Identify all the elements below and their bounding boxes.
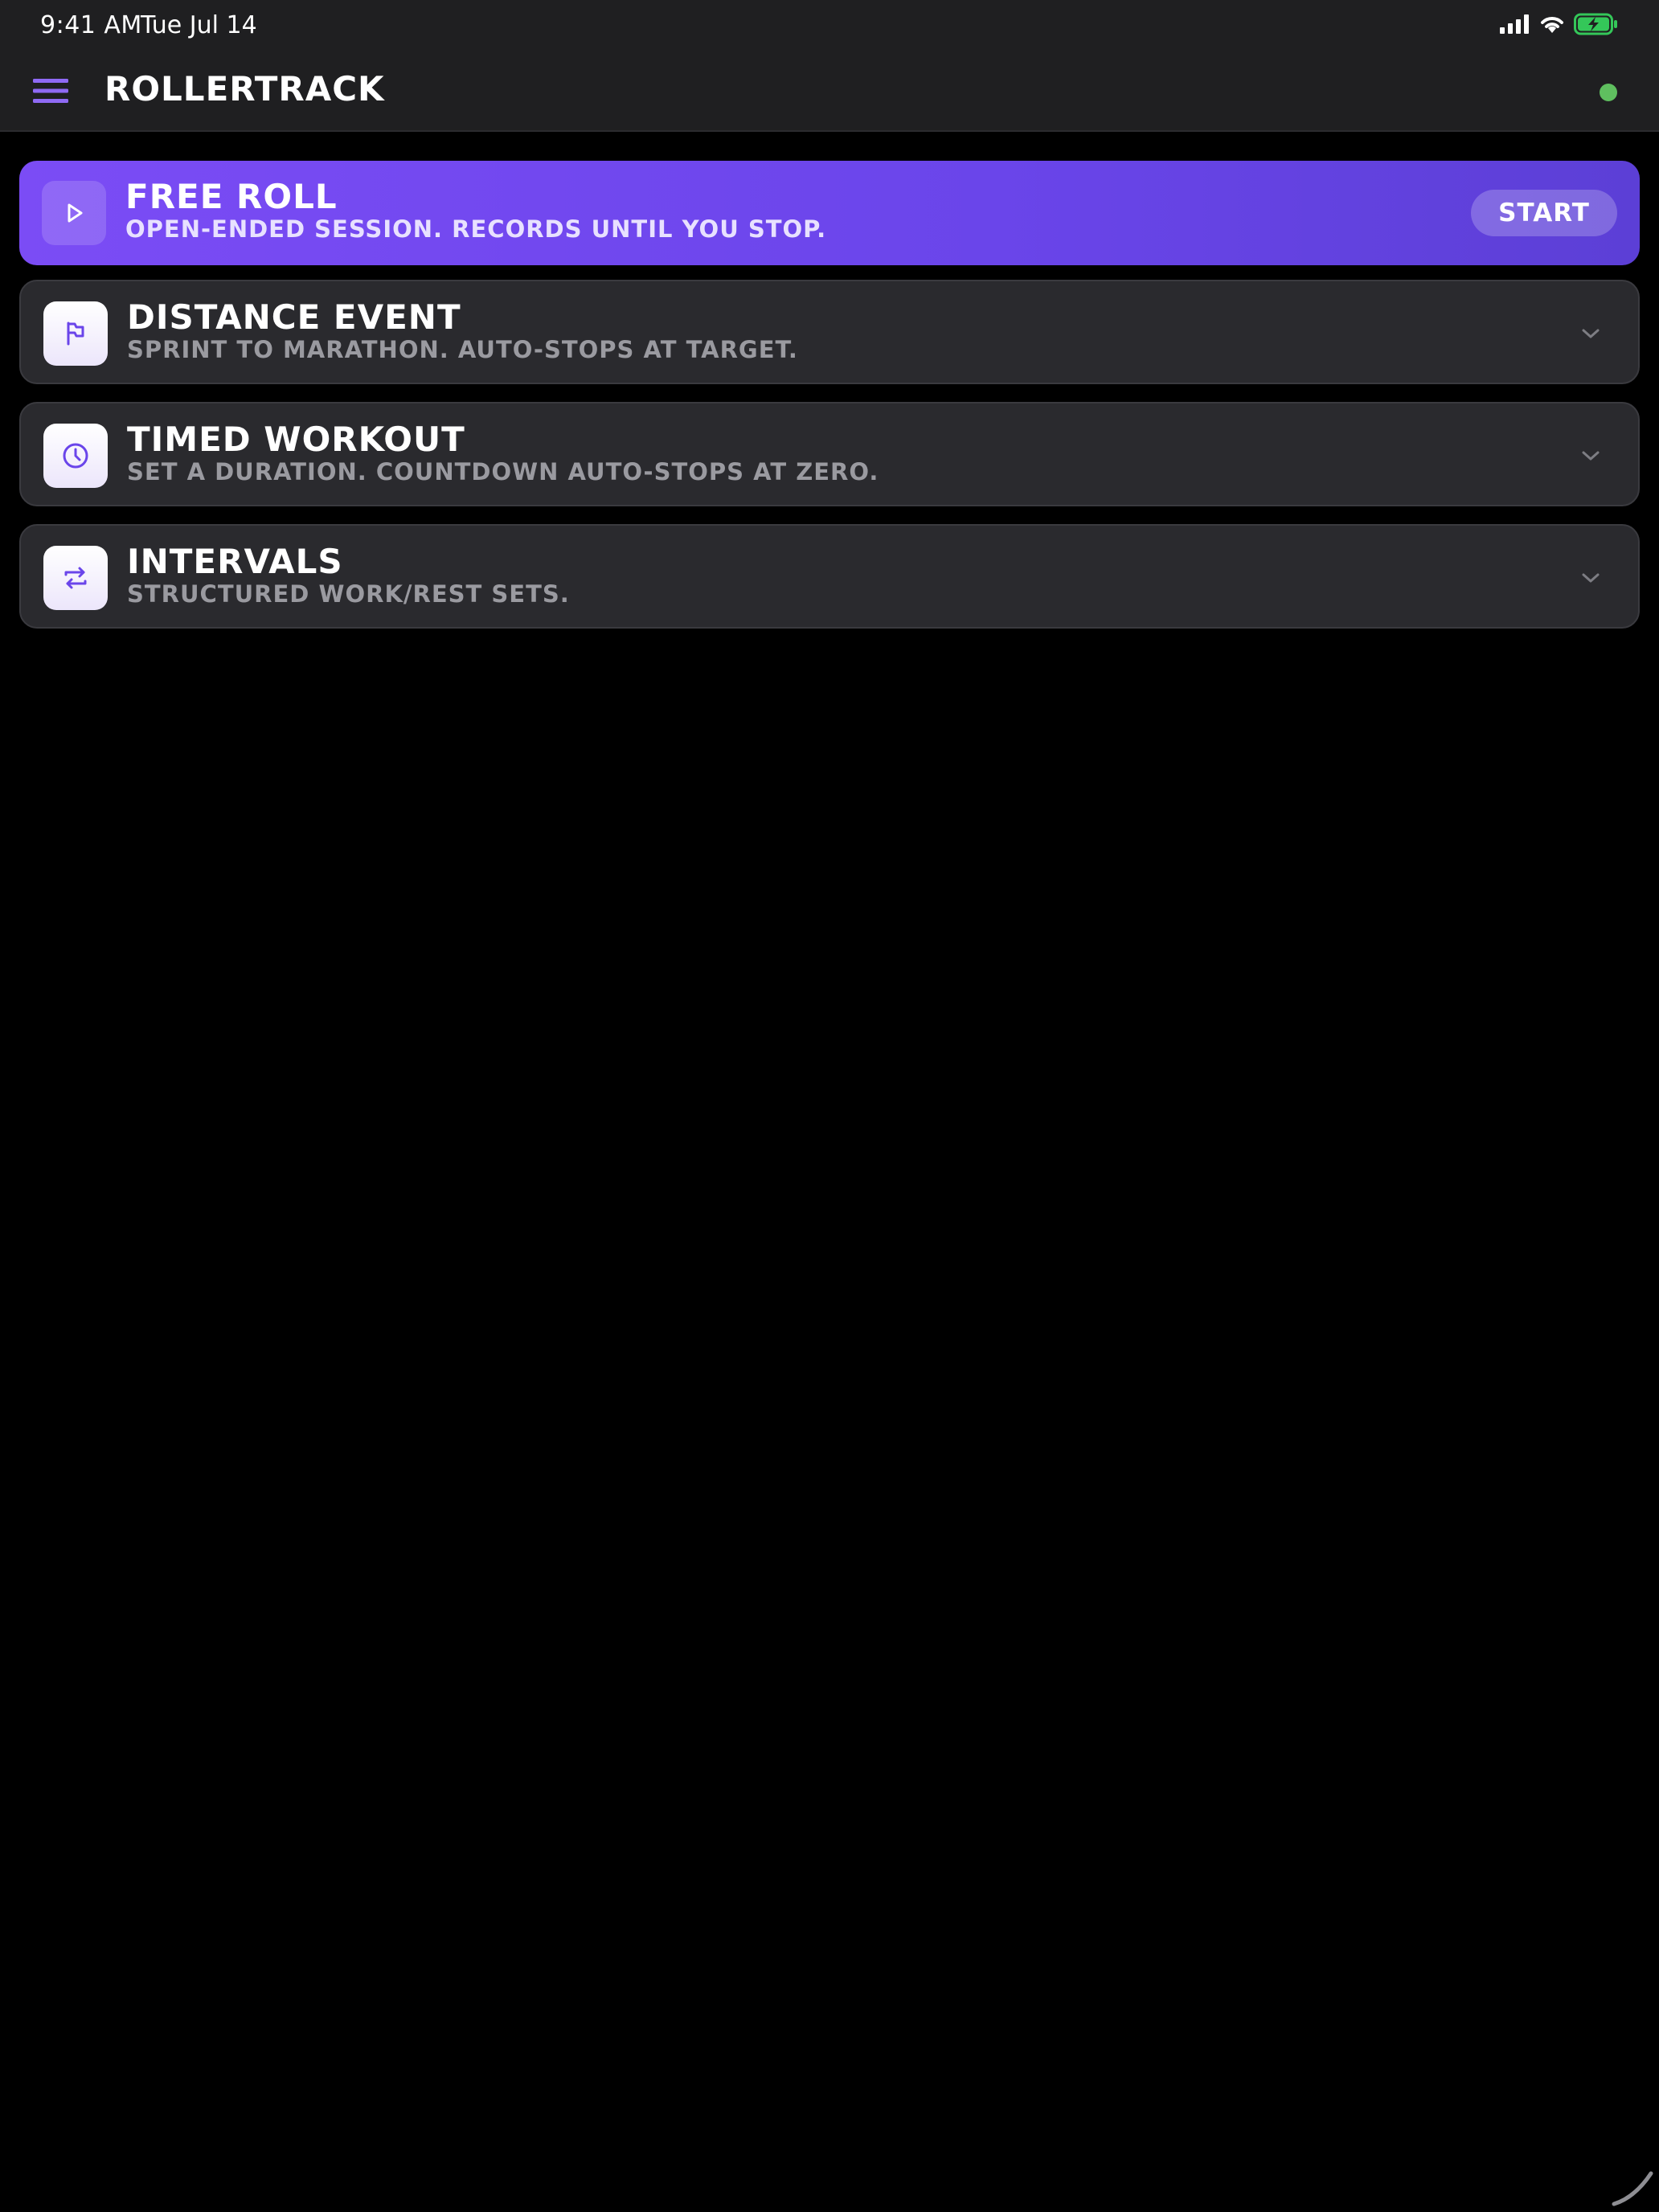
- app-header: ROLLERTRACK: [0, 51, 1659, 132]
- clock-icon: [63, 443, 88, 469]
- intervals-subtitle: STRUCTURED WORK/REST SETS.: [127, 580, 570, 608]
- free-roll-title: FREE ROLL: [125, 177, 338, 216]
- timed-workout-title: TIMED WORKOUT: [127, 420, 465, 459]
- distance-event-subtitle: SPRINT TO MARATHON. AUTO-STOPS AT TARGET…: [127, 336, 798, 363]
- chevron-down-icon: [1582, 329, 1600, 338]
- hamburger-icon: [33, 79, 68, 103]
- start-button[interactable]: START: [1471, 190, 1617, 236]
- chevron-down-icon: [1582, 451, 1600, 461]
- free-roll-card[interactable]: FREE ROLL OPEN-ENDED SESSION. RECORDS UN…: [19, 161, 1640, 265]
- distance-event-expand[interactable]: [1579, 322, 1603, 346]
- free-roll-subtitle: OPEN-ENDED SESSION. RECORDS UNTIL YOU ST…: [125, 215, 827, 243]
- connection-status-indicator: [1600, 84, 1617, 101]
- intervals-icon-tile: [43, 546, 108, 610]
- flag-icon: [67, 322, 84, 346]
- timed-workout-subtitle: SET A DURATION. COUNTDOWN AUTO-STOPS AT …: [127, 458, 879, 485]
- menu-button[interactable]: [29, 71, 72, 111]
- wifi-icon: [1541, 17, 1563, 33]
- intervals-expand[interactable]: [1579, 566, 1603, 590]
- distance-event-title: DISTANCE EVENT: [127, 297, 461, 337]
- timed-workout-icon-tile: [43, 424, 108, 488]
- resize-handle-icon: [1612, 2171, 1653, 2206]
- app-title: ROLLERTRACK: [104, 69, 385, 109]
- free-roll-icon-tile: [42, 181, 106, 245]
- cellular-signal-icon: [1500, 14, 1529, 34]
- status-date: Tue Jul 14: [141, 11, 257, 39]
- chevron-down-icon: [1582, 573, 1600, 583]
- distance-event-icon-tile: [43, 301, 108, 366]
- status-icons: [1500, 13, 1619, 35]
- status-bar: 9:41 AM Tue Jul 14: [0, 0, 1659, 51]
- repeat-icon: [64, 567, 87, 589]
- distance-event-card[interactable]: DISTANCE EVENT SPRINT TO MARATHON. AUTO-…: [19, 280, 1640, 384]
- timed-workout-expand[interactable]: [1579, 444, 1603, 468]
- intervals-title: INTERVALS: [127, 542, 343, 581]
- timed-workout-card[interactable]: TIMED WORKOUT SET A DURATION. COUNTDOWN …: [19, 402, 1640, 506]
- intervals-card[interactable]: INTERVALS STRUCTURED WORK/REST SETS.: [19, 524, 1640, 629]
- status-time: 9:41 AM: [40, 11, 142, 39]
- play-icon: [68, 203, 83, 223]
- battery-charging-icon: [1574, 13, 1617, 35]
